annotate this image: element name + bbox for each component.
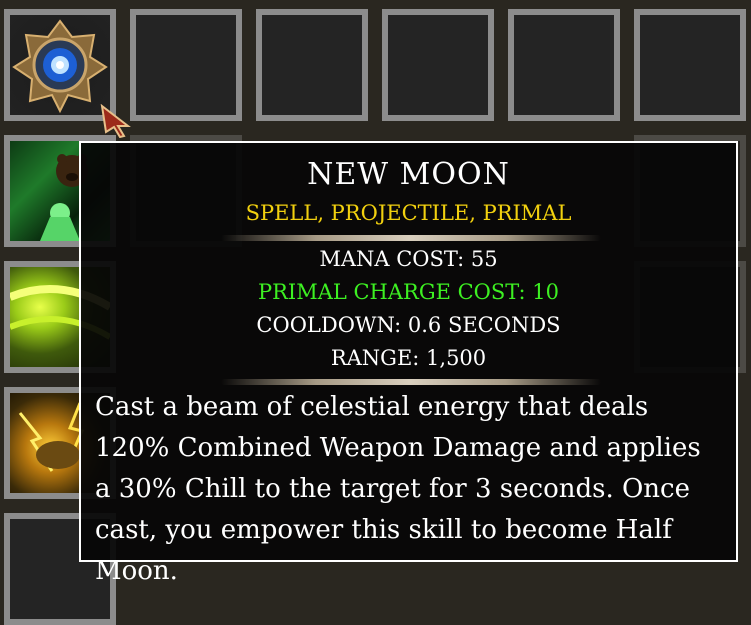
skill-slot-empty[interactable] bbox=[256, 9, 368, 121]
skill-title: NEW MOON bbox=[307, 157, 510, 192]
divider-bottom bbox=[221, 379, 601, 385]
stat-mana-cost: MANA COST: 55 bbox=[319, 247, 498, 271]
skill-description: Cast a beam of celestial energy that dea… bbox=[95, 392, 701, 586]
moon-emblem-icon bbox=[10, 15, 110, 115]
skill-slot-empty[interactable] bbox=[508, 9, 620, 121]
stat-primal-charge-cost: PRIMAL CHARGE COST: 10 bbox=[257, 280, 560, 304]
skill-slot-empty[interactable] bbox=[382, 9, 494, 121]
skill-slot-empty[interactable] bbox=[130, 9, 242, 121]
stat-cooldown: COOLDOWN: 0.6 SECONDS bbox=[256, 313, 561, 337]
skill-tags: SPELL, PROJECTILE, PRIMAL bbox=[245, 201, 572, 225]
skill-slot-empty[interactable] bbox=[634, 9, 746, 121]
stat-range: RANGE: 1,500 bbox=[330, 346, 487, 370]
divider-top bbox=[221, 235, 601, 241]
skill-tooltip: NEW MOON SPELL, PROJECTILE, PRIMAL MANA … bbox=[79, 141, 738, 586]
arrow-cursor-icon bbox=[100, 103, 132, 139]
